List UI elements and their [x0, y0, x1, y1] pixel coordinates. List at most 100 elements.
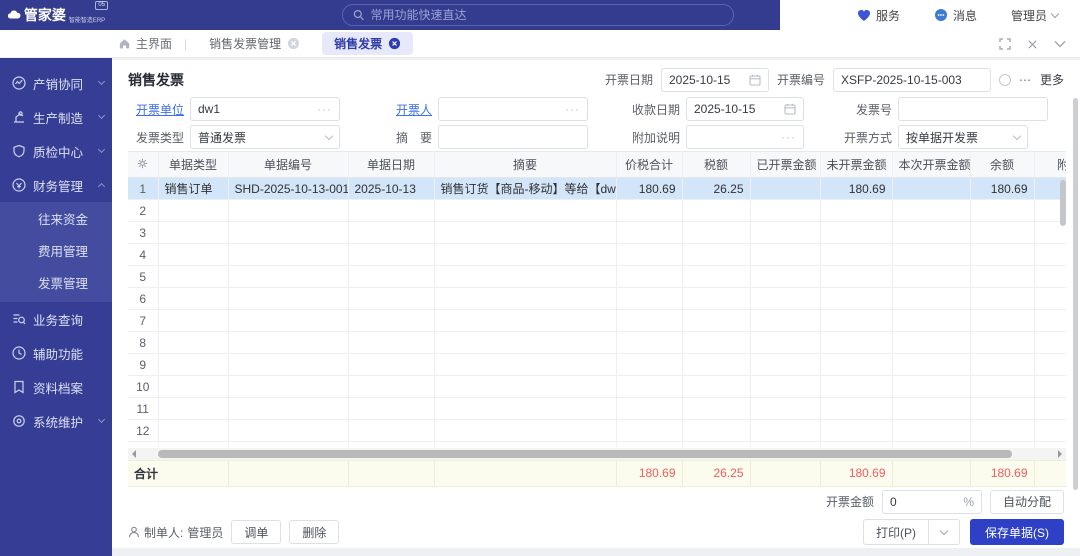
cell-invoiced[interactable] [750, 376, 820, 398]
cell-date[interactable] [348, 354, 434, 376]
table-row[interactable]: 3 [128, 222, 1066, 244]
cell-extra[interactable] [1034, 398, 1066, 420]
cell-date[interactable] [348, 222, 434, 244]
cell-extra[interactable] [1034, 288, 1066, 310]
cell-tax[interactable] [682, 376, 750, 398]
cell-summary[interactable]: 销售订货【商品-移动】等给【dw1】：zy1 [434, 178, 616, 200]
cell-balance[interactable] [970, 310, 1034, 332]
cell-extra[interactable] [1034, 442, 1066, 447]
cell-index[interactable]: 11 [128, 398, 158, 420]
lookup-ellipsis-icon[interactable]: ··· [781, 130, 796, 144]
cell-type[interactable] [158, 200, 228, 222]
cell-balance[interactable] [970, 222, 1034, 244]
cell-tax[interactable] [682, 266, 750, 288]
cell-date[interactable] [348, 420, 434, 442]
table-row[interactable]: 1销售订单SHD-2025-10-13-0012025-10-13销售订货【商品… [128, 178, 1066, 200]
cell-index[interactable]: 13 [128, 442, 158, 447]
cell-invoiced[interactable] [750, 420, 820, 442]
cell-tax[interactable] [682, 332, 750, 354]
sidebar-item-finance[interactable]: 财务管理 [0, 168, 112, 202]
table-row[interactable]: 7 [128, 310, 1066, 332]
cell-no[interactable] [228, 442, 348, 447]
cell-uninvoiced[interactable] [820, 376, 892, 398]
cell-total[interactable] [616, 398, 682, 420]
biller-field[interactable]: ··· [438, 97, 588, 121]
cell-type[interactable] [158, 398, 228, 420]
lookup-ellipsis-icon[interactable]: ··· [317, 102, 332, 116]
cell-index[interactable]: 6 [128, 288, 158, 310]
cell-this_invoice[interactable] [892, 332, 970, 354]
cell-balance[interactable] [970, 398, 1034, 420]
billing-method-select[interactable]: 按单据开发票 [898, 125, 1028, 149]
cell-type[interactable] [158, 266, 228, 288]
table-row[interactable]: 5 [128, 266, 1066, 288]
calendar-icon[interactable] [784, 103, 796, 115]
cell-extra[interactable] [1034, 266, 1066, 288]
cell-index[interactable]: 12 [128, 420, 158, 442]
more-options-icon[interactable]: ⋯ [1019, 73, 1032, 87]
sidebar-item-manufacturing[interactable]: 生产制造 [0, 100, 112, 134]
cell-date[interactable] [348, 244, 434, 266]
column-header[interactable]: 余额 [970, 152, 1034, 178]
cell-date[interactable] [348, 200, 434, 222]
cell-no[interactable] [228, 310, 348, 332]
column-header[interactable]: 本次开票金额 [892, 152, 970, 178]
cell-summary[interactable] [434, 310, 616, 332]
receipt-date-field[interactable]: 2025-10-15 [686, 97, 804, 121]
table-row[interactable]: 6 [128, 288, 1066, 310]
close-tab-icon[interactable] [287, 37, 300, 50]
column-header[interactable]: 单据编号 [228, 152, 348, 178]
scroll-left-icon[interactable] [132, 450, 136, 458]
cell-summary[interactable] [434, 332, 616, 354]
cell-extra[interactable] [1034, 310, 1066, 332]
cell-total[interactable] [616, 200, 682, 222]
cell-invoiced[interactable] [750, 354, 820, 376]
invoice-type-select[interactable]: 普通发票 [190, 125, 340, 149]
cell-this_invoice[interactable] [892, 420, 970, 442]
message-menu[interactable]: 消息 [934, 7, 977, 24]
cell-type[interactable] [158, 354, 228, 376]
cell-tax[interactable] [682, 288, 750, 310]
cell-date[interactable]: 2025-10-13 [348, 178, 434, 200]
sidebar-item-production-sales[interactable]: 产销协同 [0, 66, 112, 100]
grid-vertical-scrollbar[interactable] [1060, 180, 1066, 226]
table-row[interactable]: 2 [128, 200, 1066, 222]
cell-invoiced[interactable] [750, 310, 820, 332]
cell-no[interactable]: SHD-2025-10-13-001 [228, 178, 348, 200]
cell-summary[interactable] [434, 244, 616, 266]
close-tab-icon[interactable] [388, 37, 401, 50]
table-row[interactable]: 10 [128, 376, 1066, 398]
column-header[interactable]: 单据日期 [348, 152, 434, 178]
cell-date[interactable] [348, 288, 434, 310]
cell-this_invoice[interactable] [892, 200, 970, 222]
sidebar-item-invoice-manage[interactable]: 发票管理 [0, 268, 112, 300]
scrollbar-thumb[interactable] [158, 450, 1012, 458]
cell-index[interactable]: 9 [128, 354, 158, 376]
cell-total[interactable]: 180.69 [616, 178, 682, 200]
app-logo[interactable]: 管家婆 智能智造ERP 05 [0, 0, 112, 30]
cell-summary[interactable] [434, 266, 616, 288]
table-row[interactable]: 8 [128, 332, 1066, 354]
cell-total[interactable] [616, 420, 682, 442]
cell-index[interactable]: 7 [128, 310, 158, 332]
cell-total[interactable] [616, 354, 682, 376]
cell-no[interactable] [228, 200, 348, 222]
column-header[interactable]: 已开票金额 [750, 152, 820, 178]
table-row[interactable]: 4 [128, 244, 1066, 266]
quick-search-input[interactable] [370, 8, 723, 22]
cell-type[interactable] [158, 244, 228, 266]
cell-type[interactable] [158, 442, 228, 447]
cell-date[interactable] [348, 398, 434, 420]
cell-total[interactable] [616, 376, 682, 398]
sidebar-item-system-maintain[interactable]: 系统维护 [0, 404, 112, 438]
cell-balance[interactable]: 180.69 [970, 178, 1034, 200]
cell-date[interactable] [348, 266, 434, 288]
cell-balance[interactable] [970, 376, 1034, 398]
cell-uninvoiced[interactable] [820, 222, 892, 244]
cell-index[interactable]: 4 [128, 244, 158, 266]
cell-balance[interactable] [970, 288, 1034, 310]
cell-invoiced[interactable] [750, 222, 820, 244]
sidebar-item-business-query[interactable]: 业务查询 [0, 302, 112, 336]
cell-extra[interactable] [1034, 376, 1066, 398]
cell-summary[interactable] [434, 354, 616, 376]
